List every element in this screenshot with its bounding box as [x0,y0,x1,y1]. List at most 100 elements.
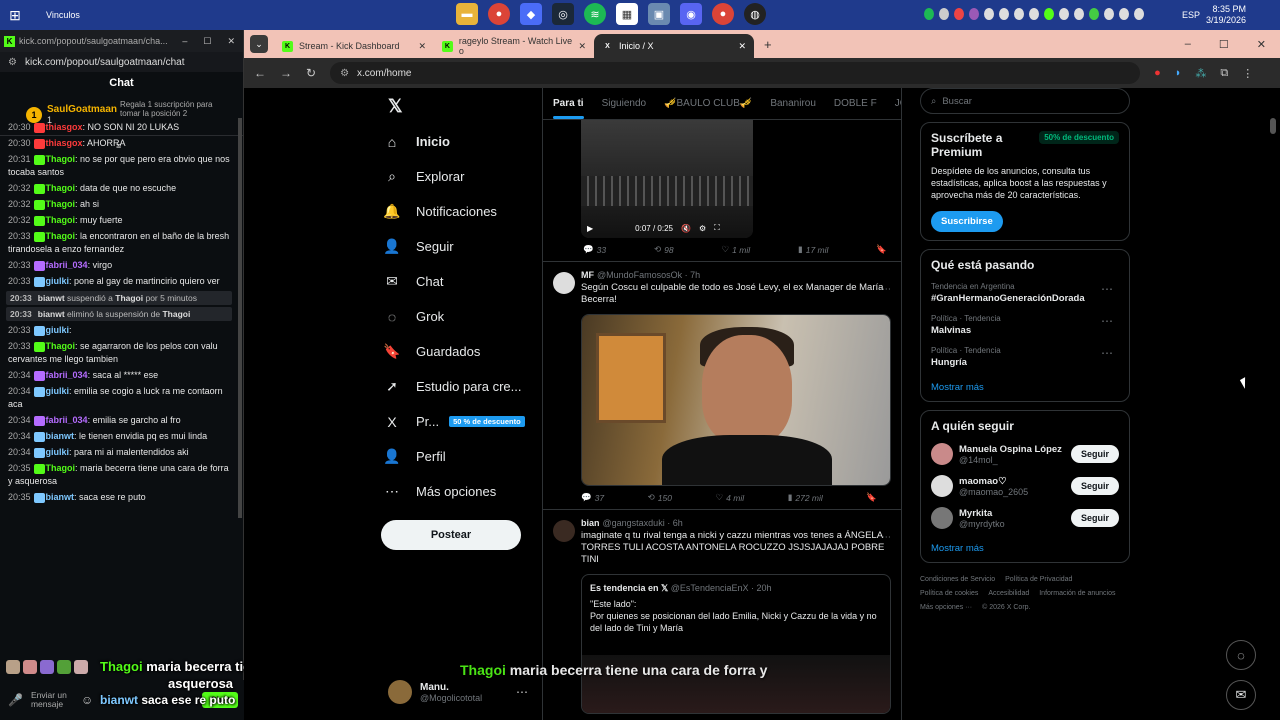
menu-icon[interactable]: ⋮ [1242,67,1253,80]
emote-icon[interactable] [23,660,37,674]
bookmark-icon[interactable]: 🔖 [876,244,887,255]
chat-username[interactable]: Thagoi [46,199,76,209]
extension-icon[interactable]: ⁂ [1195,67,1206,80]
nav-grok[interactable]: ◌ Grok [382,299,542,334]
reply-button[interactable]: 💬 37 [581,492,604,503]
feed-tab[interactable]: DOBLE F [834,98,877,109]
video-player[interactable]: ▶ 0:07 / 0:25 🔇 ⚙ ⛶ [581,120,753,238]
bookmark-icon[interactable]: 🔖 [866,492,877,503]
messages-icon[interactable]: ✉ [1226,680,1256,710]
close-window-icon[interactable]: ✕ [1257,38,1266,51]
avatar[interactable] [931,507,953,529]
feed-tab[interactable]: 🎺BAULO CLUB🎺 [664,98,752,109]
repost-button[interactable]: ⟲ 98 [654,244,674,255]
follow-suggestion[interactable]: Manuela Ospina López @14mol_ Seguir [931,443,1119,465]
more-icon[interactable]: ⋯ [1101,346,1113,360]
chrome-active-icon[interactable]: ● [712,3,734,25]
post-button[interactable]: Postear [381,520,521,550]
trend-item[interactable]: Tendencia en Argentina #GranHermanoGenera… [931,282,1119,304]
chat-scrollbar[interactable] [238,118,242,518]
nav-explore[interactable]: ⌕ Explorar [382,159,542,194]
popout-urlbar[interactable]: ⚙ kick.com/popout/saulgoatmaan/chat [0,52,243,72]
emote-icon[interactable] [74,660,88,674]
browser-tab[interactable]: X Inicio / X ✕ [594,34,754,58]
chat-username[interactable]: Thagoi [46,154,76,164]
folder-icon[interactable]: ▬ [456,3,478,25]
chrome-icon[interactable]: ● [488,3,510,25]
site-settings-icon[interactable]: ⚙ [8,57,17,68]
maximize-icon[interactable]: ☐ [203,36,211,47]
footer-link[interactable]: © 2026 X Corp. [982,601,1030,615]
minimize-icon[interactable]: – [1185,38,1191,51]
browser-tab[interactable]: Krageylo Stream - Watch Live o ✕ [434,34,594,58]
mic-icon[interactable]: 🎤 [8,693,23,707]
nav-studio[interactable]: ➚ Estudio para cre... [382,369,542,404]
follow-button[interactable]: Seguir [1070,509,1119,527]
fullscreen-icon[interactable]: ⛶ [714,223,720,233]
tab-search-icon[interactable]: ⌄ [250,35,268,53]
show-more-link[interactable]: Mostrar más [931,382,1119,393]
minimize-icon[interactable]: – [182,36,187,47]
maximize-icon[interactable]: ☐ [1219,38,1229,51]
reply-button[interactable]: 💬 33 [583,244,606,255]
like-button[interactable]: ♡ 1 mil [722,244,751,255]
extension-icon[interactable]: ● [1154,67,1161,80]
chat-username[interactable]: Thagoi [46,183,76,193]
settings-icon[interactable]: ⚙ [699,224,706,233]
nav-bookmarks[interactable]: 🔖 Guardados [382,334,542,369]
trend-item[interactable]: Política · Tendencia Malvinas ⋯ [931,314,1119,336]
post[interactable]: MF @MundoFamososOk · 7h ⋯ Según Coscu el c… [543,261,901,509]
show-more-link[interactable]: Mostrar más [931,543,1119,554]
post-image[interactable] [581,314,891,486]
play-icon[interactable]: ▶ [587,224,593,233]
chat-username[interactable]: Thagoi [46,463,76,473]
page-scrollbar[interactable] [1270,118,1276,134]
grok-icon[interactable]: ◌ [1226,640,1256,670]
more-icon[interactable]: ⋯ [882,532,892,543]
x-logo-icon[interactable]: 𝕏 [382,88,542,124]
emote-icon[interactable] [40,660,54,674]
feed-tab[interactable]: Siguiendo [602,98,646,109]
chat-username[interactable]: giulki [46,447,70,457]
post-handle[interactable]: @gangstaxduki · 6h [603,518,683,528]
clock[interactable]: 8:35 PM 3/19/2026 [1206,4,1246,26]
tab-close-icon[interactable]: ✕ [418,41,426,52]
language-indicator[interactable]: ESP [1182,10,1200,20]
extensions-icon[interactable]: ⧉ [1220,67,1228,80]
more-icon[interactable]: ⋯ [1101,314,1113,328]
chat-username[interactable]: Thagoi [46,215,76,225]
browser-tab[interactable]: K Stream - Kick Dashboard ✕ [274,34,434,58]
chat-username[interactable]: fabrii_034 [46,260,88,270]
close-icon[interactable]: ✕ [227,36,235,47]
windows-start-icon[interactable]: ⊞ [0,0,30,30]
follow-button[interactable]: Seguir [1070,477,1119,495]
chat-username[interactable]: fabrii_034 [46,415,88,425]
emote-icon[interactable] [57,660,71,674]
nav-follow[interactable]: 👤 Seguir [382,229,542,264]
discord-icon[interactable]: ◉ [680,3,702,25]
forward-icon[interactable]: → [280,66,292,80]
feed-tab[interactable]: Bananirou [770,98,816,109]
search-input[interactable]: ⌕ Buscar [920,88,1130,114]
feed-tab[interactable]: Para ti [553,98,584,119]
more-icon[interactable]: ⋯ [1101,282,1113,296]
feed-tab[interactable]: JOSE [895,98,901,109]
mute-icon[interactable]: 🔇 [681,224,691,233]
chat-username[interactable]: bianwt [46,492,75,502]
post-author[interactable]: bian [581,518,600,528]
trend-item[interactable]: Política · Tendencia Hungría ⋯ [931,346,1119,368]
tab-close-icon[interactable]: ✕ [578,41,586,52]
post[interactable]: bian @gangstaxduki · 6h ⋯ imaginate q tu r… [543,509,901,714]
footer-link[interactable]: Condiciones de Servicio [920,573,995,587]
spotify-icon[interactable]: ≋ [584,3,606,25]
emoji-icon[interactable]: ☺ [81,693,93,707]
chat-input[interactable]: Enviar un mensaje [31,691,73,709]
avatar[interactable] [553,520,575,542]
chat-username[interactable]: Thagoi [46,231,76,241]
gift-prompt[interactable]: Regala 1 suscripción para tomar la posic… [120,100,220,118]
chat-username[interactable]: Thagoi [46,341,76,351]
more-icon[interactable]: ⋯ [882,284,892,295]
avatar[interactable] [931,443,953,465]
nav-notifications[interactable]: 🔔 Notificaciones [382,194,542,229]
chat-username[interactable]: thiasgox [46,138,83,148]
